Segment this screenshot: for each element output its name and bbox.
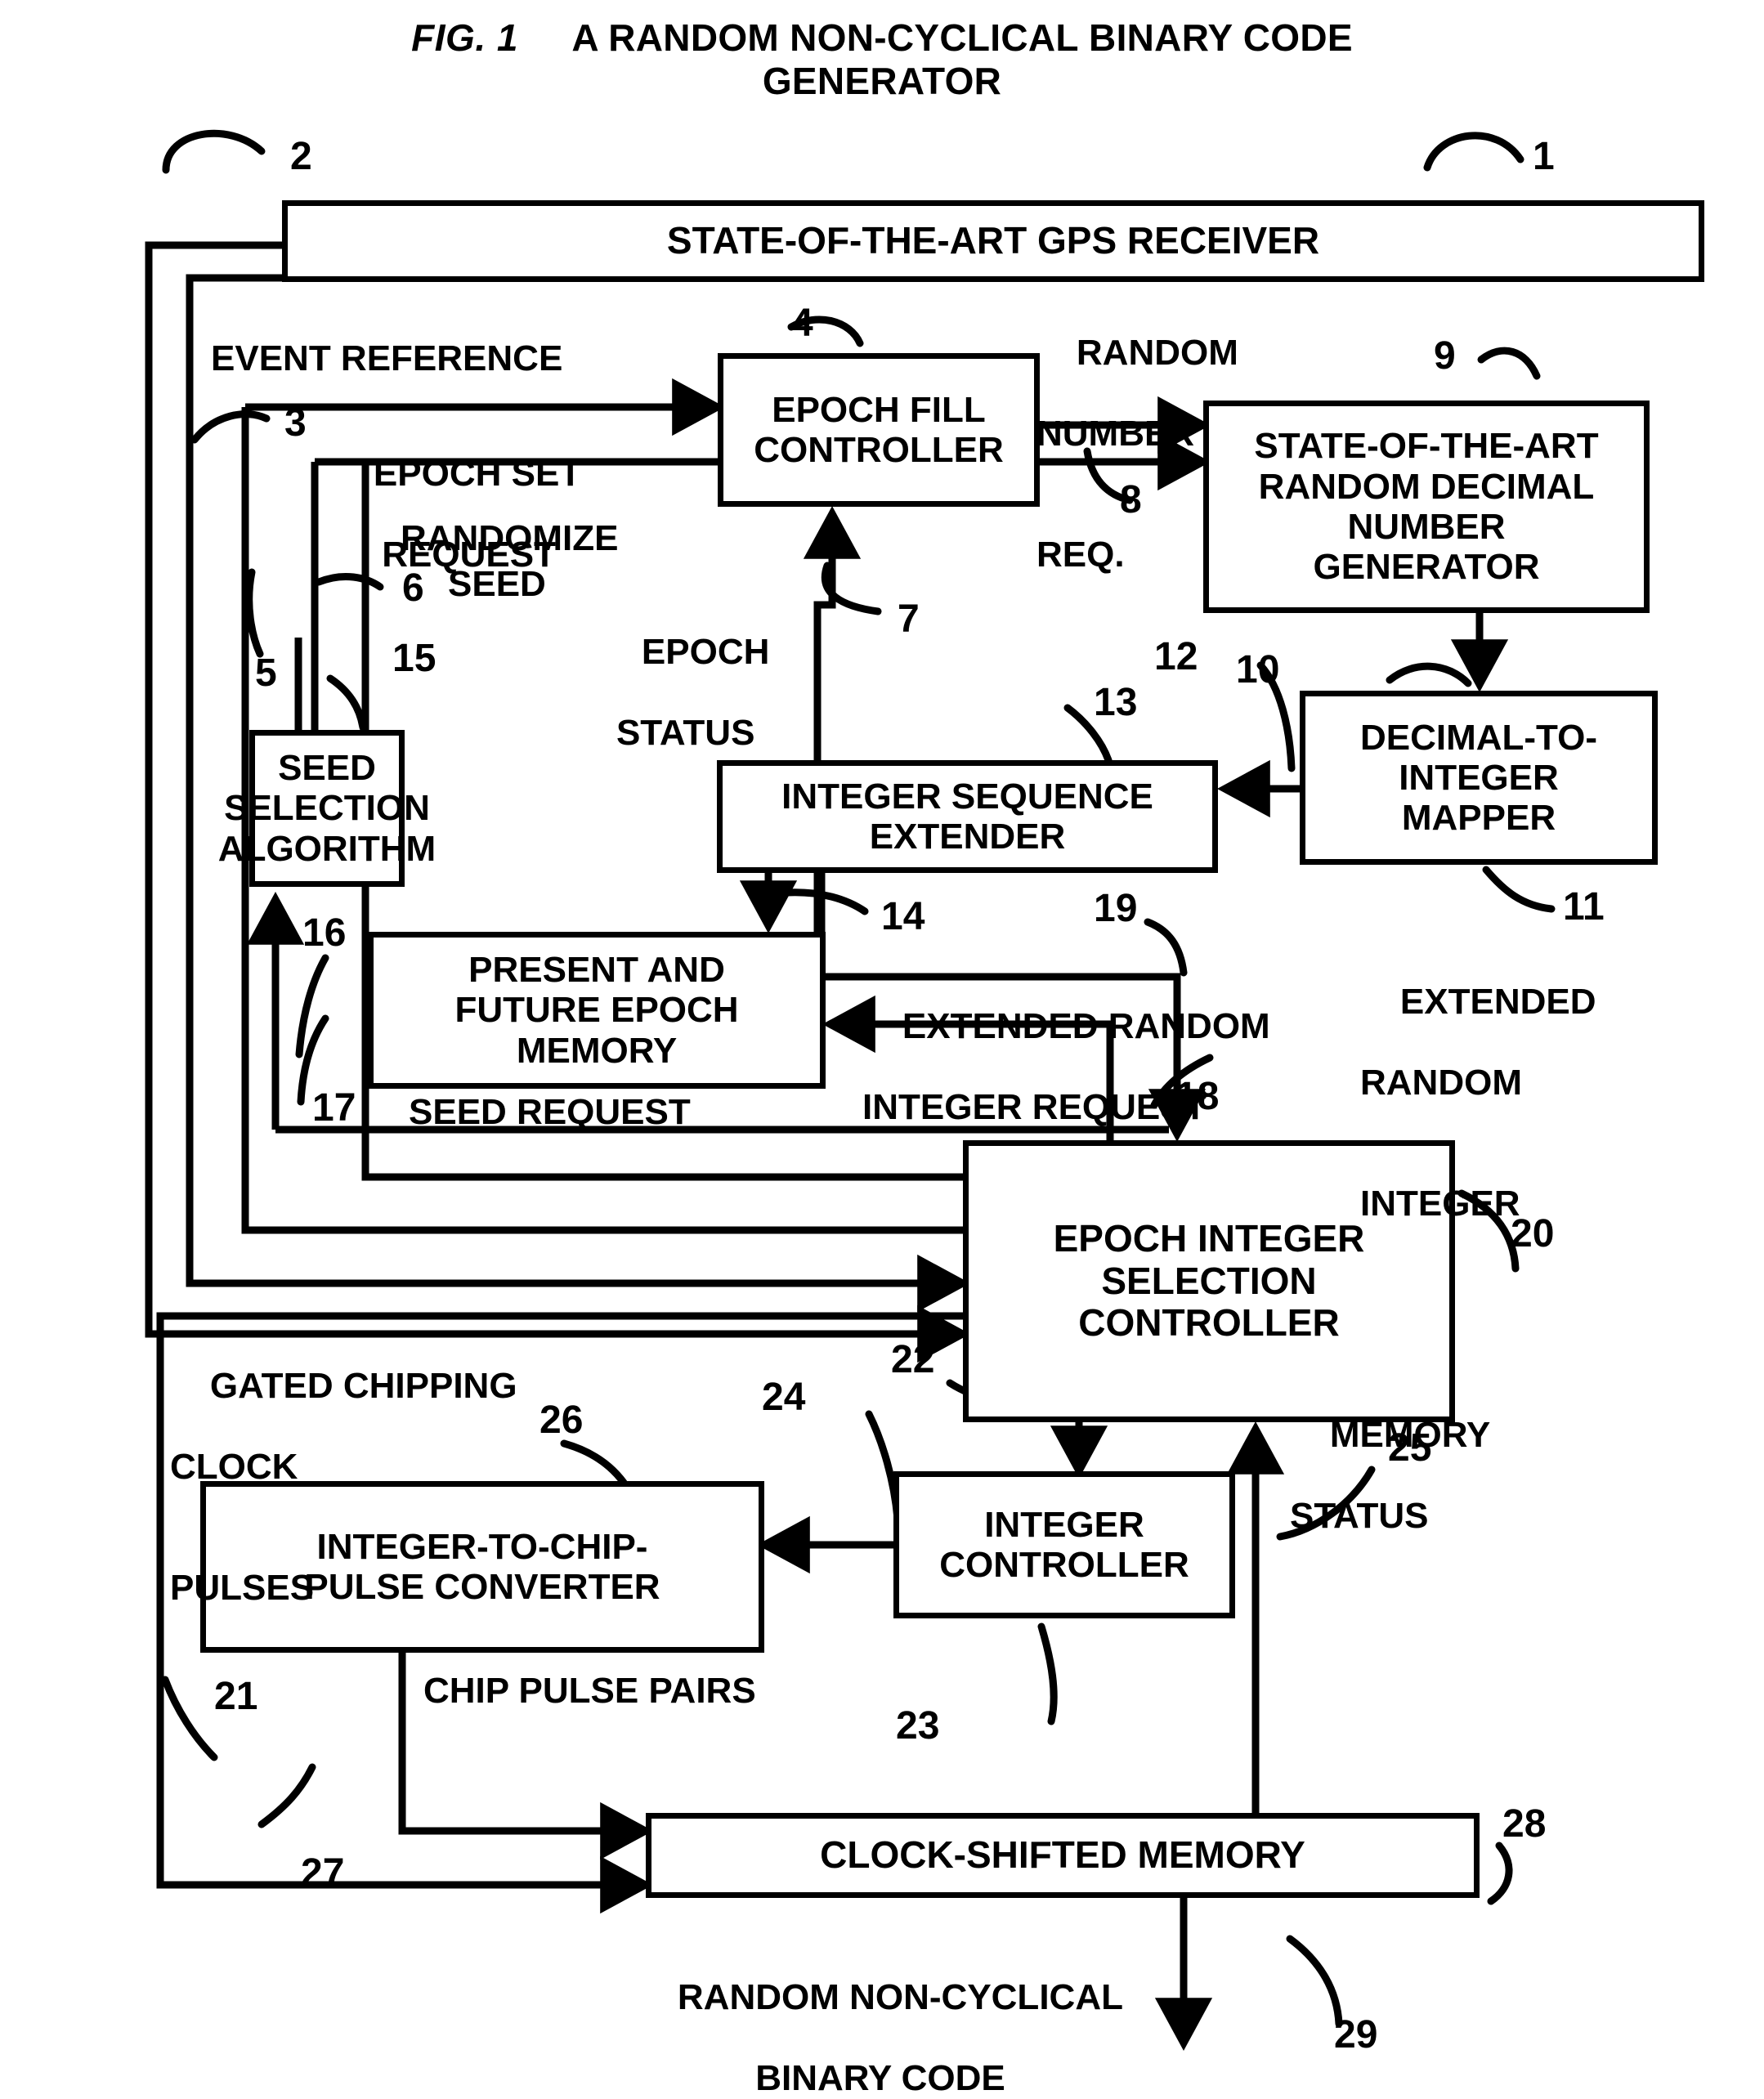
ref-numeral-6: 6: [402, 566, 424, 610]
block-integer-sequence-extender[interactable]: INTEGER SEQUENCE EXTENDER: [717, 760, 1218, 873]
ref-numeral-2: 2: [290, 135, 312, 178]
signal-randomize: RANDOMIZE: [401, 518, 619, 558]
ref-numeral-4: 4: [791, 302, 813, 345]
ref-numeral-8: 8: [1120, 478, 1142, 521]
ref-numeral-26: 26: [539, 1399, 584, 1442]
ref-numeral-20: 20: [1511, 1212, 1555, 1255]
block-clock-shifted-memory[interactable]: CLOCK-SHIFTED MEMORY: [646, 1813, 1480, 1898]
ref-numeral-12: 12: [1154, 635, 1198, 678]
ref-numeral-28: 28: [1502, 1802, 1547, 1846]
ref-numeral-10: 10: [1236, 648, 1280, 691]
ref-numeral-1: 1: [1533, 135, 1555, 178]
signal-seed: SEED: [448, 564, 546, 604]
ref-numeral-24: 24: [762, 1376, 806, 1419]
ref-numeral-9: 9: [1434, 334, 1456, 378]
ref-numeral-22: 22: [891, 1338, 935, 1381]
ref-numeral-17: 17: [312, 1086, 356, 1130]
signal-random-number-req: RANDOM NUMBER REQ.: [1036, 333, 1238, 575]
block-random-decimal-number-generator[interactable]: STATE-OF-THE-ART RANDOM DECIMAL NUMBER G…: [1203, 401, 1650, 613]
ref-numeral-27: 27: [301, 1851, 345, 1895]
ref-numeral-18: 18: [1175, 1075, 1220, 1118]
ref-numeral-7: 7: [898, 597, 920, 641]
ref-numeral-16: 16: [302, 911, 347, 955]
signal-random-non-cyclical-binary-code: RANDOM NON-CYCLICAL BINARY CODE: [677, 1977, 1123, 2098]
ref-numeral-21: 21: [214, 1675, 258, 1718]
block-present-and-future-epoch-memory[interactable]: PRESENT AND FUTURE EPOCH MEMORY: [368, 932, 826, 1089]
ref-numeral-13: 13: [1094, 681, 1138, 724]
ref-numeral-11: 11: [1563, 885, 1605, 929]
block-seed-selection-algorithm[interactable]: SEED SELECTION ALGORITHM: [218, 730, 436, 887]
ref-numeral-5: 5: [255, 651, 277, 695]
signal-chip-pulse-pairs: CHIP PULSE PAIRS: [423, 1671, 756, 1711]
ref-numeral-14: 14: [881, 895, 925, 938]
block-epoch-fill-controller[interactable]: EPOCH FILL CONTROLLER: [718, 353, 1040, 507]
signal-gated-chipping-clock-pulses: GATED CHIPPING CLOCK PULSES: [170, 1366, 517, 1608]
block-decimal-to-integer-mapper[interactable]: DECIMAL-TO- INTEGER MAPPER: [1300, 691, 1658, 865]
signal-event-reference: EVENT REFERENCE: [211, 338, 563, 378]
signal-seed-request: SEED REQUEST: [409, 1092, 691, 1132]
ref-numeral-25: 25: [1388, 1426, 1432, 1470]
signal-epoch-status: EPOCH STATUS: [616, 632, 770, 753]
ref-numeral-23: 23: [896, 1704, 940, 1748]
signal-extended-random-integer: EXTENDED RANDOM INTEGER: [1360, 982, 1596, 1224]
ref-numeral-19: 19: [1094, 887, 1138, 930]
signal-memory-status: MEMORY STATUS: [1290, 1415, 1491, 1536]
ref-numeral-3: 3: [284, 401, 307, 445]
block-gps-receiver[interactable]: STATE-OF-THE-ART GPS RECEIVER: [282, 200, 1704, 282]
ref-numeral-29: 29: [1334, 2013, 1378, 2056]
block-integer-controller[interactable]: INTEGER CONTROLLER: [893, 1471, 1235, 1618]
ref-numeral-15: 15: [392, 637, 437, 680]
patent-figure-page: FIG. 1 A RANDOM NON-CYCLICAL BINARY CODE…: [0, 0, 1764, 2099]
